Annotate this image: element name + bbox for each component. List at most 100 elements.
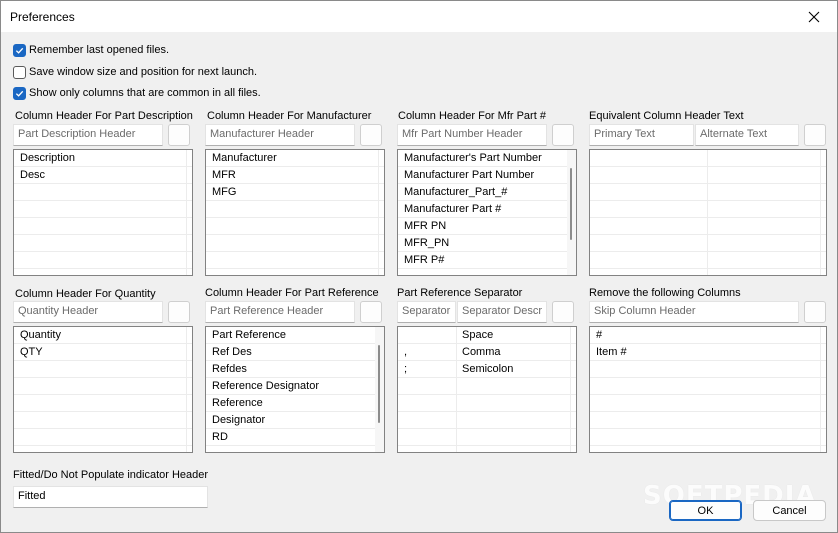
list-item[interactable]: Description xyxy=(14,150,192,167)
table-row[interactable] xyxy=(398,378,576,395)
list-item[interactable]: Manufacturer's Part Number xyxy=(398,150,576,167)
list-item[interactable]: Manufacturer Part # xyxy=(398,201,576,218)
part-reference-scrollbar[interactable] xyxy=(375,327,384,452)
part-description-add-button[interactable] xyxy=(168,124,190,146)
part-reference-input[interactable] xyxy=(205,301,355,323)
list-item[interactable] xyxy=(206,218,384,235)
remove-columns-list[interactable]: # Item # xyxy=(589,326,827,453)
list-item[interactable] xyxy=(590,378,826,395)
table-row[interactable] xyxy=(398,429,576,446)
list-item[interactable]: # xyxy=(590,327,826,344)
manufacturer-field[interactable] xyxy=(210,128,350,140)
mfr-part-list[interactable]: Manufacturer's Part Number Manufacturer … xyxy=(397,149,577,276)
scrollbar-thumb[interactable] xyxy=(378,345,380,423)
manufacturer-add-button[interactable] xyxy=(360,124,382,146)
separator-field[interactable] xyxy=(402,305,451,317)
remove-columns-field[interactable] xyxy=(594,305,794,317)
mfr-part-scrollbar[interactable] xyxy=(567,150,576,275)
cancel-button[interactable]: Cancel xyxy=(753,500,826,521)
list-item[interactable] xyxy=(14,412,192,429)
part-description-field[interactable] xyxy=(18,128,158,140)
list-item[interactable] xyxy=(206,201,384,218)
part-reference-list[interactable]: Part Reference Ref Des Refdes Reference … xyxy=(205,326,385,453)
quantity-list[interactable]: Quantity QTY xyxy=(13,326,193,453)
list-item[interactable]: Desc xyxy=(14,167,192,184)
list-item[interactable] xyxy=(14,361,192,378)
list-item[interactable] xyxy=(590,167,826,184)
remove-columns-add-button[interactable] xyxy=(804,301,826,323)
close-button[interactable] xyxy=(791,1,837,32)
manufacturer-input[interactable] xyxy=(205,124,355,146)
remove-columns-input[interactable] xyxy=(589,301,799,323)
list-item[interactable] xyxy=(14,252,192,269)
list-item[interactable]: Reference xyxy=(206,395,384,412)
list-item[interactable] xyxy=(14,395,192,412)
table-row[interactable]: Space xyxy=(398,327,576,344)
list-item[interactable] xyxy=(590,429,826,446)
list-item[interactable] xyxy=(14,218,192,235)
table-row[interactable] xyxy=(398,395,576,412)
part-reference-add-button[interactable] xyxy=(360,301,382,323)
list-item[interactable] xyxy=(590,218,826,235)
fitted-input[interactable]: Fitted xyxy=(13,486,208,508)
list-item[interactable] xyxy=(590,361,826,378)
mfr-part-add-button[interactable] xyxy=(552,124,574,146)
list-item[interactable]: Quantity xyxy=(14,327,192,344)
list-item[interactable] xyxy=(14,429,192,446)
list-item[interactable]: MFR_PN xyxy=(398,235,576,252)
list-item[interactable]: QTY xyxy=(14,344,192,361)
separator-list[interactable]: Space , Comma ; Semicolon xyxy=(397,326,577,453)
list-item[interactable]: Designator xyxy=(206,412,384,429)
separator-input[interactable] xyxy=(397,301,456,323)
common-columns-checkbox[interactable] xyxy=(13,86,26,100)
mfr-part-input[interactable] xyxy=(397,124,547,146)
list-item[interactable]: Item # xyxy=(590,344,826,361)
primary-text-input[interactable] xyxy=(589,124,694,146)
list-item[interactable]: MFR PN xyxy=(398,218,576,235)
list-item[interactable] xyxy=(590,252,826,269)
scrollbar-thumb[interactable] xyxy=(570,168,572,240)
part-reference-field[interactable] xyxy=(210,305,350,317)
list-item[interactable] xyxy=(14,184,192,201)
list-item[interactable] xyxy=(590,395,826,412)
remember-files-option[interactable]: Remember last opened files. xyxy=(13,43,169,57)
quantity-input[interactable] xyxy=(13,301,163,323)
separator-description-field[interactable] xyxy=(462,305,542,317)
alternate-text-field[interactable] xyxy=(700,128,794,140)
list-item[interactable]: RD xyxy=(206,429,384,446)
equivalent-list[interactable] xyxy=(589,149,827,276)
common-columns-option[interactable]: Show only columns that are common in all… xyxy=(13,86,261,100)
list-item[interactable]: Manufacturer Part Number xyxy=(398,167,576,184)
mfr-part-field[interactable] xyxy=(402,128,542,140)
list-item[interactable]: Reference Designator xyxy=(206,378,384,395)
list-item[interactable]: Refdes xyxy=(206,361,384,378)
list-item[interactable]: Part Reference xyxy=(206,327,384,344)
list-item[interactable] xyxy=(590,184,826,201)
list-item[interactable]: MFR P# xyxy=(398,252,576,269)
list-item[interactable] xyxy=(590,235,826,252)
primary-text-field[interactable] xyxy=(594,128,689,140)
part-description-input[interactable] xyxy=(13,124,163,146)
list-item[interactable]: MFG xyxy=(206,184,384,201)
remember-files-checkbox[interactable] xyxy=(13,43,26,57)
manufacturer-list[interactable]: Manufacturer MFR MFG xyxy=(205,149,385,276)
list-item[interactable]: Ref Des xyxy=(206,344,384,361)
equivalent-add-button[interactable] xyxy=(804,124,826,146)
list-item[interactable] xyxy=(590,201,826,218)
quantity-field[interactable] xyxy=(18,305,158,317)
list-item[interactable] xyxy=(14,235,192,252)
table-row[interactable] xyxy=(398,412,576,429)
table-row[interactable]: , Comma xyxy=(398,344,576,361)
part-description-list[interactable]: Description Desc xyxy=(13,149,193,276)
list-item[interactable]: Manufacturer_Part_# xyxy=(398,184,576,201)
list-item[interactable] xyxy=(14,378,192,395)
separator-description-input[interactable] xyxy=(457,301,547,323)
quantity-add-button[interactable] xyxy=(168,301,190,323)
list-item[interactable] xyxy=(590,412,826,429)
list-item[interactable]: MFR xyxy=(206,167,384,184)
save-window-checkbox[interactable] xyxy=(13,65,26,79)
list-item[interactable]: Manufacturer xyxy=(206,150,384,167)
alternate-text-input[interactable] xyxy=(695,124,799,146)
table-row[interactable]: ; Semicolon xyxy=(398,361,576,378)
list-item[interactable] xyxy=(14,201,192,218)
